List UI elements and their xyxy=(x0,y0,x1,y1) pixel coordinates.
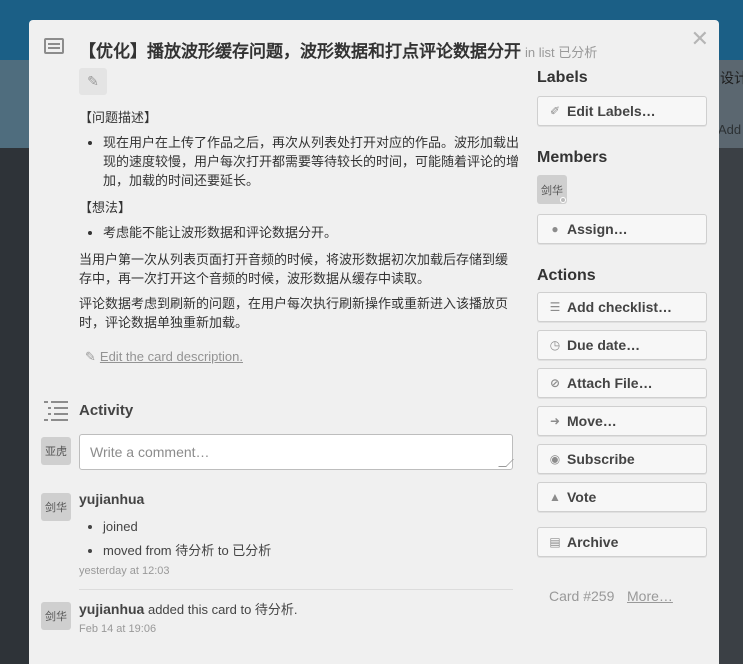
vote-label: Vote xyxy=(567,489,597,505)
assign-label: Assign… xyxy=(567,221,628,237)
paperclip-icon: ⊘ xyxy=(549,376,561,390)
member-avatar[interactable]: 剑华 xyxy=(537,175,567,204)
add-checklist-button[interactable]: ☰ Add checklist… xyxy=(537,292,707,322)
due-date-label: Due date… xyxy=(567,337,641,353)
background-list: 设计 Add xyxy=(718,60,743,148)
card-list-name[interactable]: in list 已分析 xyxy=(525,45,597,60)
pencil-icon: ✎ xyxy=(87,73,99,89)
activity-icon xyxy=(44,400,68,421)
card-detail-modal: ✕ 【优化】播放波形缓存问题，波形数据和打点评论数据分开 in list 已分析 … xyxy=(29,20,719,664)
edit-labels-button[interactable]: ✐ Edit Labels… xyxy=(537,96,707,126)
background-list-title: 设计 xyxy=(720,70,743,86)
list-item: moved from 待分析 to 已分析 xyxy=(103,539,271,563)
more-link[interactable]: More… xyxy=(627,588,673,604)
actions-heading: Actions xyxy=(537,267,596,284)
card-icon xyxy=(44,38,64,54)
comment-input[interactable]: Write a comment… xyxy=(79,434,514,470)
background-add-card: Add xyxy=(718,122,742,137)
card-description: 【问题描述】 现在用户在上传了作品之后，再次从列表处打开对应的作品。波形加载出现… xyxy=(79,108,519,338)
move-button[interactable]: ➜ Move… xyxy=(537,406,707,436)
archive-label: Archive xyxy=(567,534,619,550)
list-item: joined xyxy=(103,515,271,539)
add-checklist-label: Add checklist… xyxy=(567,299,673,315)
activity-user[interactable]: yujianhua xyxy=(79,491,144,507)
assign-button[interactable]: ● Assign… xyxy=(537,214,707,244)
activity-list: joined moved from 待分析 to 已分析 xyxy=(103,515,271,563)
eye-icon: ◉ xyxy=(549,452,561,466)
comment-placeholder: Write a comment… xyxy=(90,444,210,460)
archive-icon: ▤ xyxy=(549,535,561,549)
vote-button[interactable]: ▲ Vote xyxy=(537,482,707,512)
divider xyxy=(79,589,513,590)
status-dot-icon xyxy=(560,197,566,203)
checklist-icon: ☰ xyxy=(549,300,561,314)
subscribe-button[interactable]: ◉ Subscribe xyxy=(537,444,707,474)
clock-icon: ◷ xyxy=(549,338,561,352)
activity-user[interactable]: yujianhua xyxy=(79,601,144,617)
card-number: Card #259 xyxy=(549,588,615,604)
description-paragraph-2: 评论数据考虑到刷新的问题，在用户每次执行刷新操作或重新进入该播放页时，评论数据单… xyxy=(79,296,509,330)
activity-title: Activity xyxy=(79,402,134,419)
tag-icon: ✐ xyxy=(549,104,561,118)
subscribe-label: Subscribe xyxy=(567,451,635,467)
archive-button[interactable]: ▤ Archive xyxy=(537,527,707,557)
attach-file-label: Attach File… xyxy=(567,375,653,391)
background-list-lower xyxy=(718,148,743,664)
person-icon: ● xyxy=(551,222,559,236)
activity-timestamp[interactable]: Feb 14 at 19:06 xyxy=(79,623,156,635)
attach-file-button[interactable]: ⊘ Attach File… xyxy=(537,368,707,398)
members-heading: Members xyxy=(537,149,608,166)
avatar[interactable]: 剑华 xyxy=(41,493,71,521)
labels-heading: Labels xyxy=(537,69,588,86)
edit-description-button[interactable]: ✎ xyxy=(79,68,107,95)
problem-heading: 【问题描述】 xyxy=(79,110,158,125)
activity-text: added this card to 待分析. xyxy=(144,602,298,617)
pencil-icon: ✎ xyxy=(85,349,96,364)
card-title[interactable]: 【优化】播放波形缓存问题，波形数据和打点评论数据分开 in list 已分析 xyxy=(79,37,597,62)
card-title-text: 【优化】播放波形缓存问题，波形数据和打点评论数据分开 xyxy=(79,42,521,61)
edit-labels-label: Edit Labels… xyxy=(567,103,656,119)
resize-handle-icon[interactable] xyxy=(498,459,514,467)
member-avatar-label: 剑华 xyxy=(541,184,563,197)
due-date-button[interactable]: ◷ Due date… xyxy=(537,330,707,360)
description-paragraph-1: 当用户第一次从列表页面打开音频的时候，将波形数据初次加载后存储到缓存中，再一次打… xyxy=(79,252,509,286)
activity-entry: yujianhua added this card to 待分析. xyxy=(79,599,298,618)
edit-description-label: Edit the card description. xyxy=(99,349,243,364)
edit-description-link[interactable]: ✎ Edit the card description. xyxy=(85,349,243,365)
arrow-right-icon: ➜ xyxy=(549,414,561,428)
avatar[interactable]: 亚虎 xyxy=(41,437,71,465)
idea-heading: 【想法】 xyxy=(79,200,132,215)
close-icon[interactable]: ✕ xyxy=(691,26,709,52)
avatar[interactable]: 剑华 xyxy=(41,602,71,630)
thumbs-up-icon: ▲ xyxy=(549,490,561,504)
move-label: Move… xyxy=(567,413,617,429)
activity-timestamp[interactable]: yesterday at 12:03 xyxy=(79,565,170,577)
idea-item: 考虑能不能让波形数据和评论数据分开。 xyxy=(103,223,519,242)
problem-item: 现在用户在上传了作品之后，再次从列表处打开对应的作品。波形加载出现的速度较慢，用… xyxy=(103,133,519,190)
